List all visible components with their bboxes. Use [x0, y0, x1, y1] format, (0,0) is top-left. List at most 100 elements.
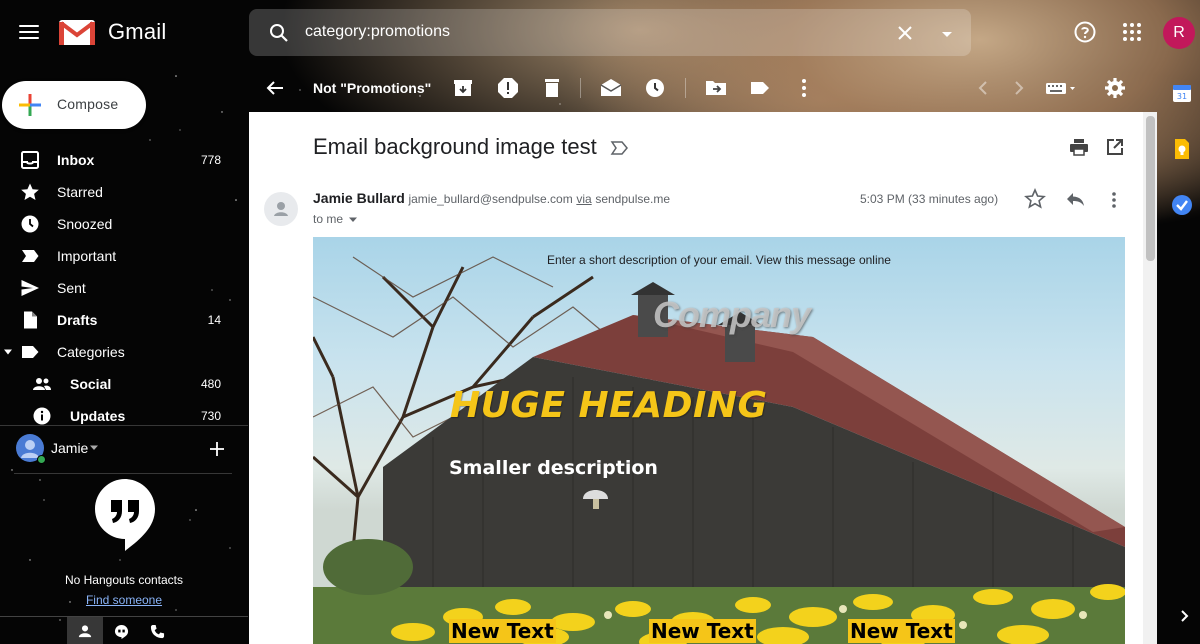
sidebar-nav: Inbox 778 Starred Snoozed Important Sent…	[0, 144, 248, 432]
no-hangouts-contacts-text: No Hangouts contacts	[64, 573, 184, 587]
sender-email: jamie_bullard@sendpulse.com	[408, 192, 573, 206]
help-icon[interactable]	[1073, 20, 1097, 44]
sidebar-item-inbox[interactable]: Inbox 778	[0, 144, 248, 176]
label-icon	[22, 346, 39, 358]
find-someone-link[interactable]: Find someone	[0, 593, 248, 607]
sidebar-item-categories[interactable]: Categories	[0, 336, 248, 368]
sidebar-item-label: Snoozed	[57, 216, 113, 232]
expand-side-panel-icon[interactable]	[1176, 608, 1192, 624]
send-icon	[21, 280, 39, 296]
sidebar-item-social[interactable]: Social 480	[0, 368, 248, 400]
search-bar[interactable]	[249, 9, 971, 56]
settings-gear-icon[interactable]	[1103, 76, 1127, 100]
person-icon	[78, 625, 92, 638]
pane-scrollbar-thumb[interactable]	[1146, 116, 1155, 261]
hangouts-user[interactable]: Jamie	[16, 434, 248, 466]
sidebar-item-label: Starred	[57, 184, 103, 200]
star-icon	[21, 183, 39, 200]
caret-down-icon[interactable]	[90, 445, 98, 451]
sidebar-item-updates[interactable]: Updates 730	[0, 400, 248, 432]
search-input[interactable]	[305, 19, 865, 45]
label-icon[interactable]	[748, 76, 772, 100]
column-text: New Text	[848, 619, 955, 643]
calendar-icon[interactable]: 31	[1171, 82, 1193, 104]
reply-icon[interactable]	[1064, 188, 1086, 210]
search-icon[interactable]	[267, 21, 291, 45]
add-contact-icon[interactable]	[208, 440, 226, 458]
email-description: Smaller description	[449, 457, 658, 479]
side-panel: 31	[1157, 64, 1200, 644]
important-marker-icon[interactable]	[610, 140, 630, 156]
nav-divider	[0, 425, 248, 426]
apps-grid-icon[interactable]	[1120, 20, 1144, 44]
input-tools-keyboard-icon[interactable]	[1044, 76, 1078, 100]
archive-icon[interactable]	[451, 76, 475, 100]
delete-icon[interactable]	[540, 76, 564, 100]
report-spam-icon[interactable]	[496, 76, 520, 100]
account-avatar[interactable]: R	[1163, 17, 1195, 49]
sidebar-item-important[interactable]: Important	[0, 240, 248, 272]
unread-count: 480	[200, 377, 221, 391]
snooze-icon[interactable]	[643, 76, 667, 100]
compose-button[interactable]: Compose	[2, 81, 146, 129]
hangouts-user-name: Jamie	[51, 440, 89, 456]
sender-avatar[interactable]	[264, 192, 298, 226]
draft-count: 14	[207, 313, 221, 327]
hangouts-quote-icon	[95, 479, 155, 551]
sidebar-item-label: Sent	[57, 280, 86, 296]
message-toolbar: Not "Promotions"	[249, 64, 1141, 112]
sidebar-item-snoozed[interactable]: Snoozed	[0, 208, 248, 240]
toolbar-divider	[580, 78, 581, 98]
more-vert-icon[interactable]	[792, 76, 816, 100]
sidebar-item-sent[interactable]: Sent	[0, 272, 248, 304]
toolbar-divider	[685, 78, 686, 98]
important-marker-icon	[22, 250, 39, 262]
sidebar-item-label: Updates	[70, 408, 126, 424]
back-arrow-icon[interactable]	[263, 76, 287, 100]
not-promotions-button[interactable]: Not "Promotions"	[313, 80, 431, 96]
sidebar-item-label: Categories	[57, 344, 125, 360]
svg-text:31: 31	[1177, 92, 1187, 101]
older-chevron-icon[interactable]	[1007, 76, 1031, 100]
phone-icon	[150, 624, 164, 638]
app-title: Gmail	[108, 19, 167, 44]
star-icon[interactable]	[1024, 188, 1046, 210]
online-status-dot	[37, 455, 46, 464]
sidebar-item-label: Drafts	[57, 312, 98, 328]
sidebar-item-drafts[interactable]: Drafts 14	[0, 304, 248, 336]
compose-plus-icon	[19, 94, 41, 116]
tasks-icon[interactable]	[1171, 194, 1193, 216]
sidebar-item-label: Social	[70, 376, 112, 392]
main-menu-button[interactable]	[14, 18, 44, 46]
move-to-icon[interactable]	[704, 76, 728, 100]
clear-search-icon[interactable]	[893, 21, 917, 45]
email-heading: HUGE HEADING	[450, 385, 768, 426]
inbox-icon	[21, 151, 39, 169]
gmail-logo[interactable]: Gmail	[58, 18, 166, 46]
via-link[interactable]: via	[576, 192, 591, 206]
tab-contacts[interactable]	[67, 617, 103, 644]
keep-icon[interactable]	[1171, 138, 1193, 160]
gmail-m-icon	[59, 20, 95, 45]
mark-unread-icon[interactable]	[599, 76, 623, 100]
caret-down-icon	[349, 217, 358, 222]
tab-phone[interactable]	[139, 617, 175, 644]
person-icon	[274, 202, 288, 216]
more-vert-icon[interactable]	[1107, 189, 1121, 211]
newer-chevron-icon[interactable]	[971, 76, 995, 100]
recipient-details[interactable]: to me	[313, 212, 358, 226]
print-icon[interactable]	[1069, 137, 1089, 157]
email-subject: Email background image test	[313, 134, 597, 159]
email-timestamp: 5:03 PM (33 minutes ago)	[860, 192, 999, 206]
unread-count: 730	[200, 409, 221, 423]
sender-name[interactable]: Jamie Bullard	[313, 190, 405, 206]
tab-conversations[interactable]	[103, 617, 139, 644]
caret-down-icon[interactable]	[4, 348, 12, 356]
hangouts-divider	[14, 473, 232, 474]
recipient-text: to me	[313, 212, 344, 226]
sidebar-item-starred[interactable]: Starred	[0, 176, 248, 208]
open-in-new-window-icon[interactable]	[1105, 137, 1125, 157]
email-body-banner: Enter a short description of your email.…	[313, 237, 1125, 644]
sidebar-item-label: Inbox	[57, 152, 95, 168]
search-options-icon[interactable]	[935, 24, 959, 44]
